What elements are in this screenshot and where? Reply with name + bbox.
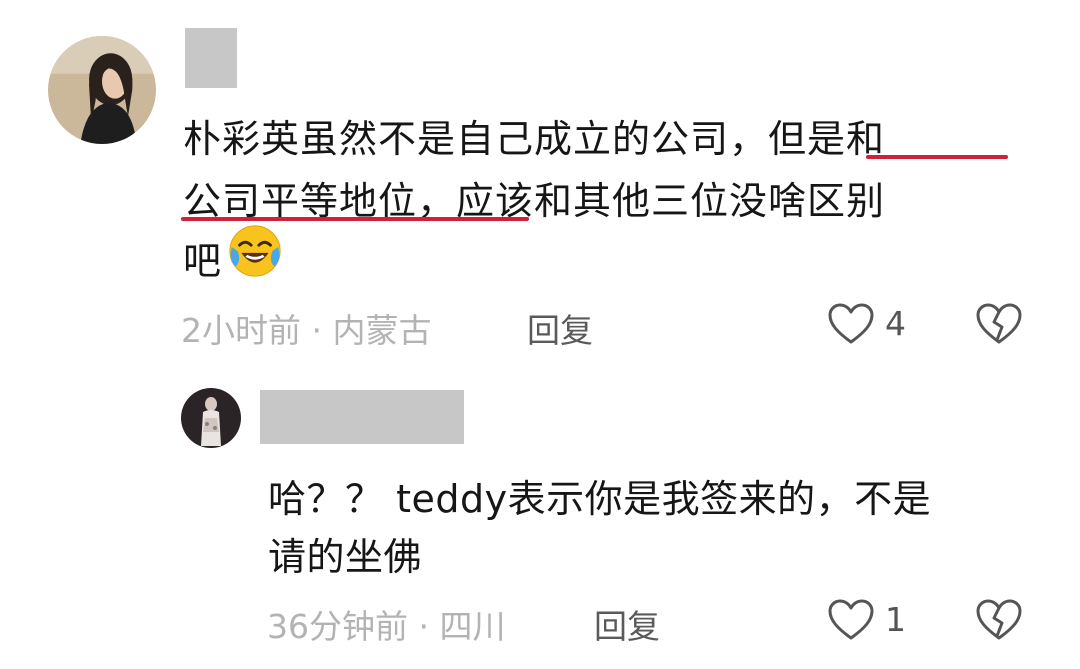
like-heart-icon[interactable] (827, 302, 875, 346)
reply-meta: 36分钟前 · 四川 (267, 607, 506, 646)
commenter-avatar[interactable] (48, 36, 156, 144)
commenter-name-redacted (185, 28, 237, 88)
replier-name-redacted (260, 390, 464, 444)
reply-like-count: 1 (885, 600, 906, 639)
highlight-underline-1 (866, 155, 1008, 159)
comment-reply-button[interactable]: 回复 (527, 304, 593, 352)
comment-text-line-1: 朴彩英虽然不是自己成立的公司，但是和 (183, 117, 886, 161)
reply-dislike-broken-heart-icon[interactable] (975, 598, 1023, 642)
reply-reply-button[interactable]: 回复 (594, 600, 660, 648)
reply-text-line-2: 请的坐佛 (268, 535, 423, 579)
laughing-crying-emoji (229, 225, 281, 277)
comment-like-count: 4 (885, 304, 906, 343)
comment-text-line-3: 吧 (183, 239, 223, 283)
replier-avatar[interactable] (181, 388, 241, 448)
comment-meta: 2小时前 · 内蒙古 (181, 311, 432, 350)
dislike-broken-heart-icon[interactable] (975, 302, 1023, 346)
highlight-underline-2 (181, 217, 529, 221)
reply-text-line-1: 哈？？ teddy表示你是我签来的，不是 (268, 477, 932, 521)
reply-like-heart-icon[interactable] (827, 598, 875, 642)
